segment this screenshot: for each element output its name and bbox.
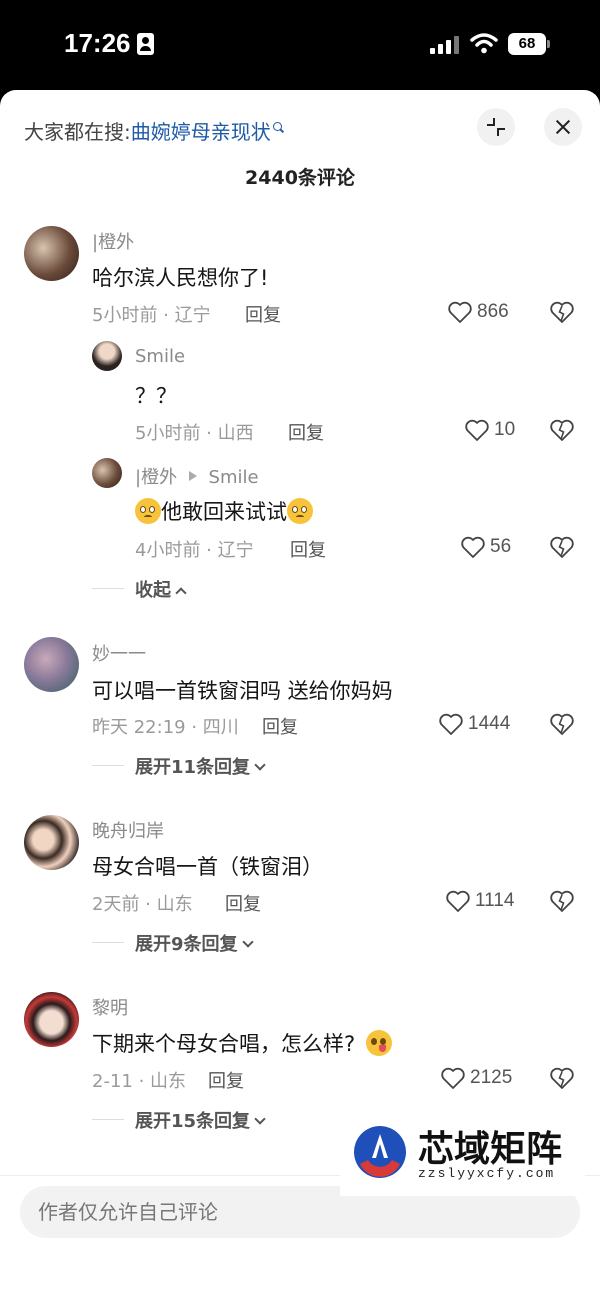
broken-heart-icon[interactable] (549, 889, 575, 913)
comment-text: 母女合唱一首（铁窗泪） (92, 855, 323, 879)
broken-heart-icon[interactable] (549, 535, 575, 559)
avatar[interactable] (92, 458, 122, 488)
reply-meta: 4小时前 · 辽宁 (135, 540, 254, 561)
comment-text-body: 下期来个母女合唱，怎么样? (92, 1032, 356, 1056)
reply-meta: 5小时前 · 山西 (135, 423, 254, 444)
avatar[interactable] (24, 226, 79, 281)
heart-icon[interactable] (440, 1066, 466, 1090)
expand-replies-button[interactable]: 展开11条回复 (135, 753, 266, 779)
status-bar: 17:26 68 (0, 0, 600, 90)
comment-meta: 5小时前 · 辽宁 (92, 305, 211, 326)
reply-to-user: Smile (208, 467, 259, 488)
comment-username[interactable]: 妙一一 (92, 640, 146, 666)
watermark-logo-icon (354, 1126, 406, 1178)
tearful-emoji-icon (287, 498, 313, 524)
chevron-down-icon (254, 1113, 266, 1125)
comment-text: 哈尔滨人民想你了! (92, 266, 269, 290)
tearful-emoji-icon (135, 498, 161, 524)
like-count: 1114 (475, 890, 515, 911)
battery-level: 68 (508, 33, 546, 55)
comment-text: 可以唱一首铁窗泪吗 送给你妈妈 (92, 679, 393, 703)
like-count: 2125 (470, 1067, 513, 1088)
reply-author: |橙外 (135, 467, 178, 488)
divider (92, 1119, 124, 1120)
comment-meta: 昨天 22:19 · 四川 (92, 717, 239, 738)
like-count: 10 (494, 419, 516, 440)
yum-emoji-icon (365, 1030, 392, 1056)
comment-count: 2440条评论 (245, 167, 355, 189)
reply-button[interactable]: 回复 (262, 713, 298, 739)
chevron-up-icon (175, 587, 187, 599)
heart-icon[interactable] (438, 712, 464, 736)
reply-button[interactable]: 回复 (225, 890, 261, 916)
collapse-button[interactable] (477, 108, 515, 146)
divider (92, 942, 124, 943)
reply-button[interactable]: 回复 (208, 1067, 244, 1093)
battery-icon: 68 (508, 33, 550, 55)
reply-button[interactable]: 回复 (288, 419, 324, 445)
reply-text: ？？ (135, 384, 177, 408)
reply-username[interactable]: Smile (135, 346, 185, 367)
broken-heart-icon[interactable] (549, 418, 575, 442)
close-button[interactable] (544, 108, 582, 146)
broken-heart-icon[interactable] (549, 712, 575, 736)
search-suggestion-query[interactable]: 曲婉婷母亲现状 (131, 120, 271, 144)
like-count: 866 (477, 301, 509, 322)
reply-button[interactable]: 回复 (290, 536, 326, 562)
avatar[interactable] (24, 992, 79, 1047)
avatar[interactable] (92, 341, 122, 371)
comment-username[interactable]: 黎明 (92, 994, 128, 1020)
collapse-replies-button[interactable]: 收起 (135, 576, 187, 602)
signal-icon (430, 34, 460, 54)
heart-icon[interactable] (460, 535, 486, 559)
status-time: 17:26 (64, 28, 131, 58)
comment-meta: 2天前 · 山东 (92, 894, 193, 915)
heart-icon[interactable] (445, 889, 471, 913)
minimize-icon (487, 118, 505, 136)
comment-meta: 2-11 · 山东 (92, 1071, 187, 1092)
reply-text-body: 他敢回来试试 (161, 500, 287, 524)
watermark-url: zzslyyxcfy.com (418, 1166, 556, 1181)
search-suggestion-prefix: 大家都在搜: (24, 120, 131, 144)
watermark-title: 芯域矩阵 (418, 1128, 563, 1170)
expand-replies-button[interactable]: 展开9条回复 (135, 930, 254, 956)
reply-username[interactable]: |橙外 Smile (135, 463, 259, 489)
reply-button[interactable]: 回复 (245, 301, 281, 327)
expand-replies-button[interactable]: 展开15条回复 (135, 1107, 266, 1133)
divider (92, 588, 124, 589)
broken-heart-icon[interactable] (549, 300, 575, 324)
heart-icon[interactable] (447, 300, 473, 324)
comment-text: 下期来个母女合唱，怎么样? (92, 1028, 392, 1058)
comment-username[interactable]: |橙外 (92, 228, 134, 254)
watermark: 芯域矩阵 zzslyyxcfy.com (340, 1110, 585, 1196)
like-count: 56 (490, 536, 512, 557)
reply-arrow-icon (188, 471, 197, 481)
avatar[interactable] (24, 637, 79, 692)
heart-icon[interactable] (464, 418, 490, 442)
broken-heart-icon[interactable] (549, 1066, 575, 1090)
like-count: 1444 (468, 713, 511, 734)
reply-text: 他敢回来试试 (135, 496, 313, 526)
chevron-down-icon (241, 936, 254, 948)
person-icon (137, 33, 154, 55)
divider (92, 765, 124, 766)
avatar[interactable] (24, 815, 79, 870)
wifi-icon (470, 33, 498, 54)
search-suggestion[interactable]: 大家都在搜:曲婉婷母亲现状 (24, 116, 282, 145)
search-icon (272, 122, 282, 131)
chevron-down-icon (254, 759, 266, 771)
comment-username[interactable]: 晚舟归岸 (92, 817, 164, 843)
